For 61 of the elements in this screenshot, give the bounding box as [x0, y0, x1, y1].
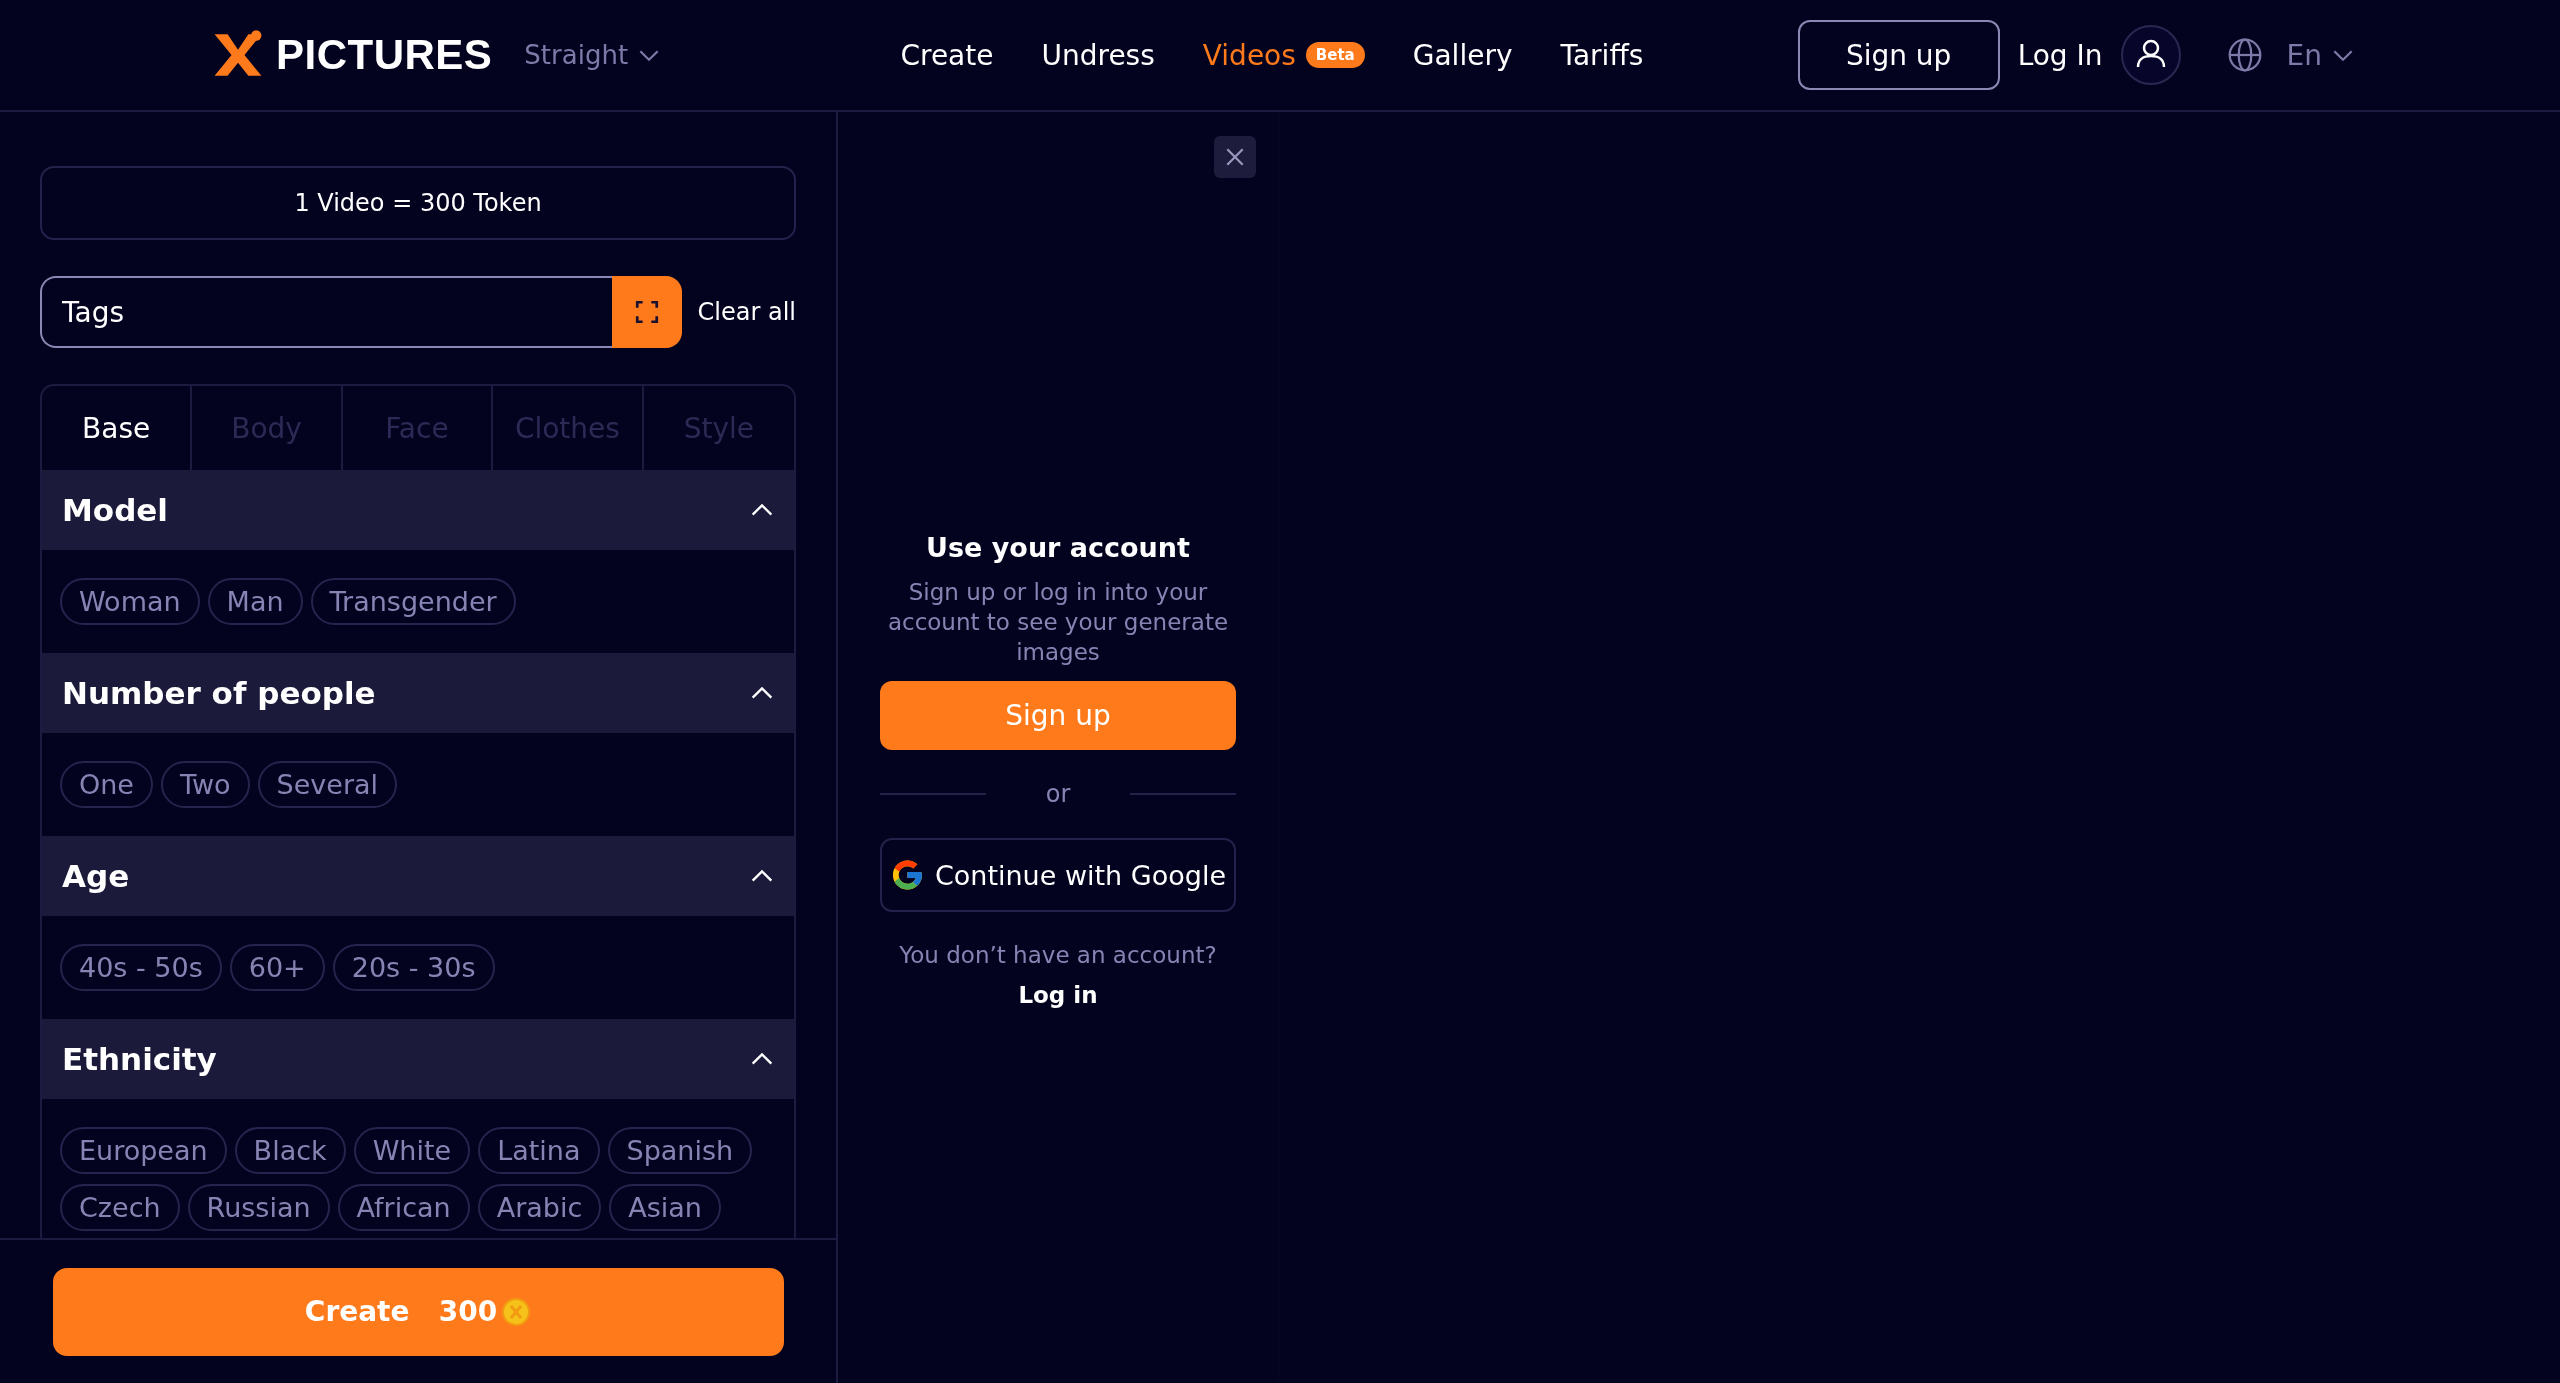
- google-icon: [890, 857, 925, 893]
- section-title: Model: [62, 492, 168, 528]
- close-icon: [1224, 146, 1246, 168]
- or-divider-text: or: [1044, 780, 1072, 808]
- mode-dropdown[interactable]: Straight: [518, 39, 667, 71]
- tag-chip[interactable]: 20s - 30s: [332, 944, 495, 991]
- close-button[interactable]: [1214, 136, 1256, 178]
- section-header[interactable]: Ethnicity: [42, 1019, 794, 1099]
- tag-chip[interactable]: Czech: [60, 1184, 180, 1231]
- user-icon[interactable]: [2120, 25, 2181, 85]
- chevron-icon[interactable]: [750, 869, 774, 883]
- beta-badge: Beta: [1305, 42, 1365, 68]
- tag-chip[interactable]: Two: [161, 761, 250, 808]
- chevron-icon[interactable]: [750, 1052, 774, 1066]
- tags-field[interactable]: Tags: [40, 276, 612, 348]
- chevron-icon[interactable]: [750, 686, 774, 700]
- tag-chip[interactable]: African: [337, 1184, 470, 1231]
- google-button[interactable]: Continue with Google: [880, 838, 1236, 912]
- tag-chip[interactable]: One: [60, 761, 153, 808]
- section-title: Number of people: [62, 675, 376, 711]
- signup-button[interactable]: Sign up: [1797, 20, 2000, 90]
- tag-chip[interactable]: Latina: [478, 1127, 600, 1174]
- language-dropdown[interactable]: En: [2280, 37, 2360, 73]
- nav-link[interactable]: Videos: [1202, 38, 1296, 72]
- login-link[interactable]: Log In: [2017, 38, 2103, 72]
- section-title: Ethnicity: [62, 1041, 217, 1077]
- globe-icon[interactable]: [2226, 37, 2263, 73]
- tag-chip[interactable]: Asian: [609, 1184, 721, 1231]
- tag-chip[interactable]: European: [60, 1127, 227, 1174]
- tag-chip[interactable]: 60+: [229, 944, 325, 991]
- tag-chip[interactable]: Transgender: [310, 578, 516, 625]
- tag-chip[interactable]: Several: [257, 761, 398, 808]
- panel-description: Sign up or log in into your account to see your generate images: [886, 578, 1230, 667]
- panel-title: Use your account: [926, 532, 1190, 563]
- login-link[interactable]: Log in: [1018, 982, 1098, 1008]
- clear-all-link[interactable]: Clear all: [697, 298, 796, 326]
- tag-chip[interactable]: Man: [207, 578, 303, 625]
- section-header[interactable]: Number of people: [42, 653, 794, 733]
- tag-chip[interactable]: White: [353, 1127, 471, 1174]
- tag-chip[interactable]: 40s - 50s: [60, 944, 222, 991]
- section-title: Age: [62, 858, 130, 894]
- chevron-icon[interactable]: [750, 503, 774, 517]
- tag-chip[interactable]: Spanish: [607, 1127, 753, 1174]
- nav-link[interactable]: Tariffs: [1560, 38, 1644, 72]
- fullscreen-icon: [633, 299, 660, 325]
- tag-chip[interactable]: Black: [234, 1127, 346, 1174]
- tag-chip[interactable]: Russian: [187, 1184, 330, 1231]
- chevron-icon: [2332, 48, 2354, 62]
- nav-link[interactable]: Gallery: [1412, 38, 1513, 72]
- chevron-icon: [638, 48, 661, 62]
- tag-chip[interactable]: Woman: [60, 578, 200, 625]
- price-info: 1 Video = 300 Token: [40, 166, 796, 240]
- nav-link[interactable]: Undress: [1041, 38, 1155, 72]
- account-question: You don’t have an account?: [899, 942, 1217, 968]
- nav-link[interactable]: Create: [900, 38, 994, 72]
- section-header[interactable]: Age: [42, 836, 794, 916]
- coin-icon: [501, 1296, 532, 1327]
- tag-chip[interactable]: Arabic: [477, 1184, 602, 1231]
- logo-text[interactable]: PICTURES: [276, 31, 493, 79]
- section-header[interactable]: Model: [42, 470, 794, 550]
- expand-button[interactable]: [611, 276, 682, 348]
